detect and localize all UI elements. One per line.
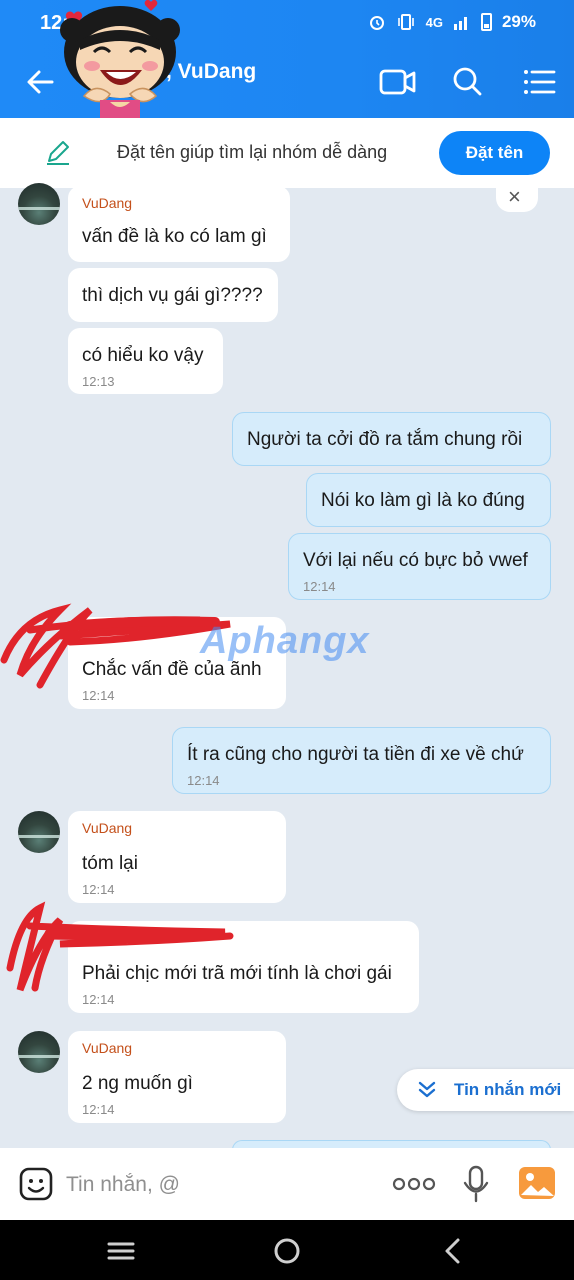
message-text: Ít ra cũng cho người ta tiền đi xe về ch… (187, 744, 524, 765)
home-icon[interactable] (270, 1234, 304, 1268)
composer-bar (0, 1148, 574, 1220)
avatar[interactable] (18, 183, 60, 225)
message-bubble[interactable]: Ít ra cũng cho người ta tiền đi xe về ch… (172, 727, 551, 794)
message-bubble[interactable]: Với lại nếu có bực bỏ vwef 12:14 (288, 533, 551, 600)
alarm-icon (369, 16, 384, 30)
message-time: 12:14 (82, 688, 115, 703)
sender-name: VuDang (82, 195, 133, 211)
redaction-scribble (6, 901, 234, 992)
emoji-sticker-icon[interactable] (18, 1166, 54, 1202)
network-type: 4G (425, 14, 443, 30)
pencil-icon (47, 141, 69, 165)
set-name-button[interactable]: Đặt tên (439, 131, 550, 175)
message-time: 12:14 (187, 773, 220, 788)
avatar[interactable] (18, 811, 60, 853)
message-bubble[interactable]: thì dịch vụ gái gì???? (68, 268, 278, 322)
message-bubble[interactable]: VuDang tóm lại 12:14 (68, 811, 286, 903)
message-text: thì dịch vụ gái gì???? (82, 285, 263, 306)
video-call-icon[interactable] (378, 64, 418, 100)
menu-list-icon[interactable] (520, 64, 560, 100)
banner-close-tab[interactable]: × (496, 184, 538, 212)
system-nav-bar (0, 1220, 574, 1280)
message-bubble[interactable]: Nói ko làm gì là ko đúng (306, 473, 551, 527)
message-time: 12:13 (82, 374, 115, 389)
microphone-icon[interactable] (460, 1164, 492, 1204)
message-bubble[interactable]: Người ta cởi đồ ra tắm chung rồi (232, 412, 551, 466)
search-icon[interactable] (448, 64, 488, 100)
message-bubble[interactable]: VuDang vấn đề là ko có lam gì (68, 186, 290, 262)
message-input[interactable] (66, 1170, 366, 1200)
battery-level: 29% (501, 12, 536, 31)
new-message-button[interactable]: Tin nhắn mới (397, 1069, 574, 1111)
new-message-label: Tin nhắn mới (454, 1080, 562, 1099)
chat-header: 12: 4G 29% , VuDang (0, 0, 574, 118)
message-time: 12:14 (82, 882, 115, 897)
battery-icon (480, 13, 492, 31)
message-bubble[interactable]: VuDang 2 ng muốn gì 12:14 (68, 1031, 286, 1123)
banner-text: Đặt tên giúp tìm lại nhóm dễ dàng (117, 142, 388, 162)
image-gallery-icon[interactable] (518, 1166, 556, 1200)
sender-name: VuDang (82, 1040, 133, 1056)
message-text: có hiểu ko vậy (82, 345, 204, 366)
message-time: 12:14 (303, 579, 336, 594)
message-text: 2 ng muốn gì (82, 1073, 193, 1094)
signal-icon (453, 17, 467, 30)
message-text: Người ta cởi đồ ra tắm chung rồi (247, 429, 523, 450)
double-chevron-down-icon (418, 1081, 436, 1098)
status-indicators: 4G 29% (368, 12, 536, 32)
message-text: Với lại nếu có bực bỏ vwef (303, 550, 528, 571)
message-bubble[interactable]: có hiểu ko vậy 12:13 (68, 328, 223, 394)
message-text: Nói ko làm gì là ko đúng (321, 490, 525, 511)
message-text: tóm lại (82, 853, 138, 874)
watermark: Aphangx (200, 620, 370, 662)
more-options-icon[interactable] (392, 1174, 436, 1194)
message-time: 12:14 (82, 1102, 115, 1117)
vibrate-icon (397, 14, 414, 30)
back-icon[interactable] (436, 1234, 470, 1268)
sender-name: VuDang (82, 820, 133, 836)
name-group-banner: Đặt tên giúp tìm lại nhóm dễ dàng Đặt tê… (0, 118, 574, 188)
message-text: vấn đề là ko có lam gì (82, 226, 267, 247)
avatar[interactable] (18, 1031, 60, 1073)
recent-apps-icon[interactable] (104, 1234, 138, 1268)
close-icon[interactable]: × (508, 184, 521, 210)
cartoon-sticker (60, 0, 180, 118)
